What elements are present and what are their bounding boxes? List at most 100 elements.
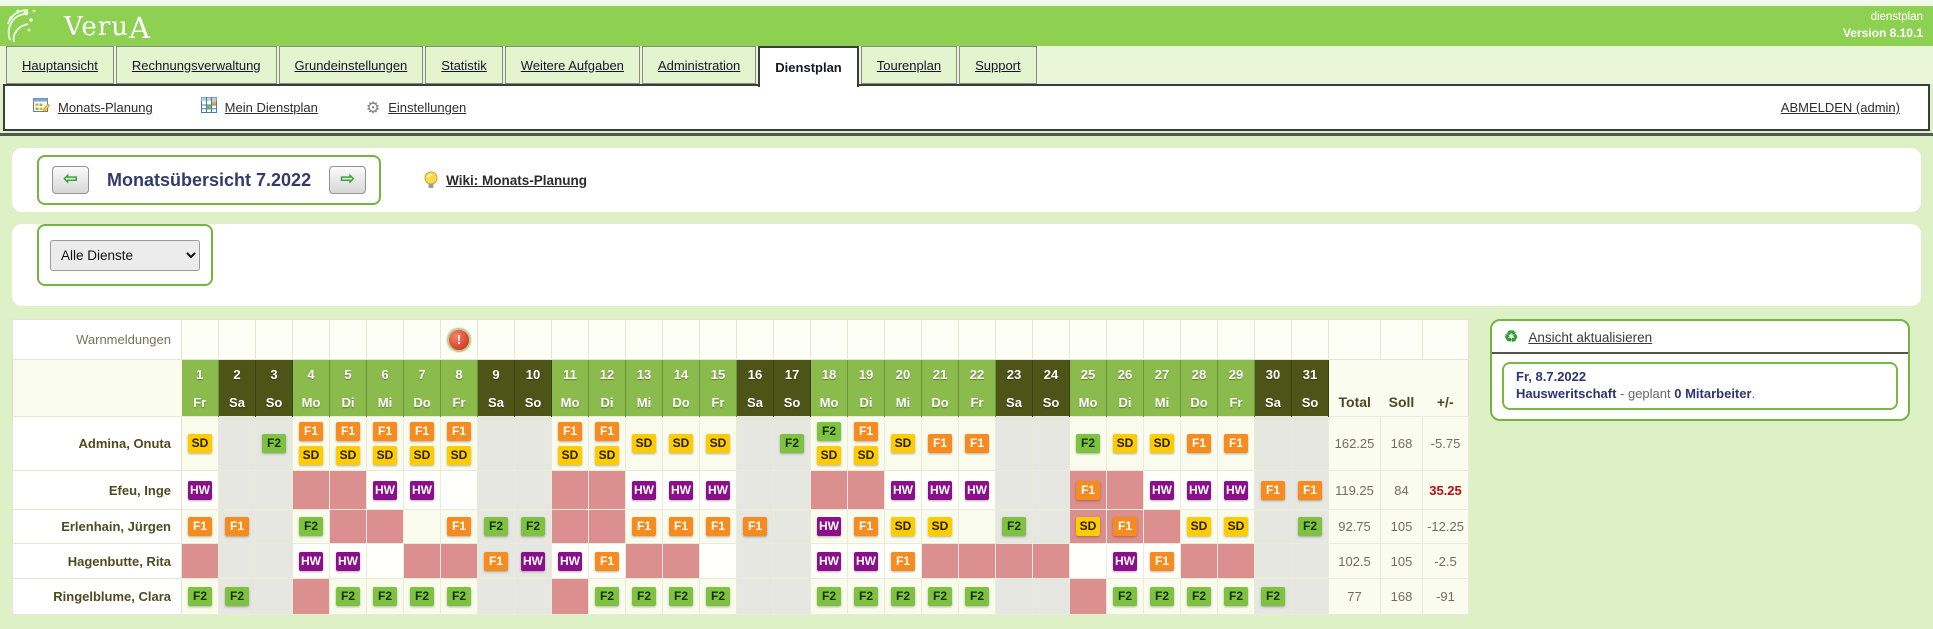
shift-cell-day-9[interactable]: [478, 471, 515, 510]
shift-cell-day-27[interactable]: SD: [1144, 417, 1181, 471]
shift-cell-day-7[interactable]: [404, 510, 441, 544]
toolbar-item-monats-planung[interactable]: Monats-Planung: [33, 97, 153, 118]
shift-cell-day-19[interactable]: [848, 471, 885, 510]
shift-cell-day-20[interactable]: F1: [885, 544, 922, 579]
shift-cell-day-28[interactable]: HW: [1181, 471, 1218, 510]
shift-cell-day-30[interactable]: [1255, 510, 1292, 544]
shift-cell-day-27[interactable]: F2: [1144, 579, 1181, 615]
shift-cell-day-7[interactable]: [404, 544, 441, 579]
shift-cell-day-14[interactable]: F2: [663, 579, 700, 615]
shift-cell-day-17[interactable]: [774, 471, 811, 510]
shift-cell-day-11[interactable]: [552, 579, 589, 615]
shift-cell-day-29[interactable]: F2: [1218, 579, 1255, 615]
shift-cell-day-9[interactable]: F1: [478, 544, 515, 579]
shift-cell-day-23[interactable]: [996, 417, 1033, 471]
shift-cell-day-4[interactable]: F2: [293, 510, 330, 544]
shift-cell-day-19[interactable]: F1SD: [848, 417, 885, 471]
shift-cell-day-1[interactable]: HW: [182, 471, 219, 510]
shift-cell-day-16[interactable]: F1: [737, 510, 774, 544]
shift-cell-day-28[interactable]: SD: [1181, 510, 1218, 544]
shift-cell-day-29[interactable]: F1: [1218, 417, 1255, 471]
shift-cell-day-30[interactable]: F1: [1255, 471, 1292, 510]
shift-cell-day-19[interactable]: HW: [848, 544, 885, 579]
shift-cell-day-5[interactable]: [330, 471, 367, 510]
shift-cell-day-5[interactable]: HW: [330, 544, 367, 579]
next-month-button[interactable]: ⇨: [329, 166, 366, 194]
shift-cell-day-13[interactable]: SD: [626, 417, 663, 471]
shift-cell-day-26[interactable]: F2: [1107, 579, 1144, 615]
shift-cell-day-10[interactable]: [515, 417, 552, 471]
shift-cell-day-31[interactable]: [1292, 417, 1329, 471]
shift-cell-day-25[interactable]: [1070, 579, 1107, 615]
tab-rechnungsverwaltung[interactable]: Rechnungsverwaltung: [116, 46, 277, 84]
shift-cell-day-30[interactable]: [1255, 417, 1292, 471]
shift-cell-day-10[interactable]: [515, 471, 552, 510]
shift-cell-day-22[interactable]: F2: [959, 579, 996, 615]
shift-cell-day-23[interactable]: [996, 471, 1033, 510]
shift-cell-day-21[interactable]: F1: [922, 417, 959, 471]
shift-cell-day-18[interactable]: HW: [811, 544, 848, 579]
shift-cell-day-4[interactable]: F1SD: [293, 417, 330, 471]
shift-cell-day-12[interactable]: [589, 471, 626, 510]
shift-cell-day-8[interactable]: [441, 471, 478, 510]
shift-cell-day-26[interactable]: [1107, 471, 1144, 510]
shift-cell-day-15[interactable]: F1: [700, 510, 737, 544]
shift-cell-day-16[interactable]: [737, 471, 774, 510]
tab-tourenplan[interactable]: Tourenplan: [861, 46, 957, 84]
shift-cell-day-18[interactable]: F2: [811, 579, 848, 615]
shift-cell-day-3[interactable]: F2: [256, 417, 293, 471]
previous-month-button[interactable]: ⇦: [52, 166, 89, 194]
shift-cell-day-15[interactable]: SD: [700, 417, 737, 471]
shift-cell-day-20[interactable]: SD: [885, 510, 922, 544]
logout-link[interactable]: ABMELDEN (admin): [1781, 100, 1900, 115]
shift-cell-day-19[interactable]: F2: [848, 579, 885, 615]
shift-cell-day-6[interactable]: F2: [367, 579, 404, 615]
shift-cell-day-16[interactable]: [737, 544, 774, 579]
shift-cell-day-18[interactable]: [811, 471, 848, 510]
shift-cell-day-31[interactable]: F1: [1292, 471, 1329, 510]
shift-cell-day-7[interactable]: HW: [404, 471, 441, 510]
shift-cell-day-19[interactable]: F1: [848, 510, 885, 544]
shift-cell-day-10[interactable]: [515, 579, 552, 615]
shift-cell-day-9[interactable]: [478, 417, 515, 471]
shift-cell-day-29[interactable]: [1218, 544, 1255, 579]
shift-cell-day-20[interactable]: SD: [885, 417, 922, 471]
shift-cell-day-3[interactable]: [256, 579, 293, 615]
shift-cell-day-14[interactable]: HW: [663, 471, 700, 510]
shift-cell-day-6[interactable]: HW: [367, 471, 404, 510]
warning-icon[interactable]: !: [447, 328, 471, 352]
shift-cell-day-31[interactable]: F2: [1292, 510, 1329, 544]
shift-cell-day-29[interactable]: HW: [1218, 471, 1255, 510]
shift-cell-day-3[interactable]: [256, 544, 293, 579]
shift-cell-day-14[interactable]: F1: [663, 510, 700, 544]
shift-cell-day-28[interactable]: [1181, 544, 1218, 579]
shift-cell-day-17[interactable]: [774, 544, 811, 579]
shift-cell-day-26[interactable]: HW: [1107, 544, 1144, 579]
shift-cell-day-18[interactable]: F2SD: [811, 417, 848, 471]
shift-cell-day-23[interactable]: [996, 544, 1033, 579]
shift-cell-day-21[interactable]: SD: [922, 510, 959, 544]
shift-cell-day-23[interactable]: [996, 579, 1033, 615]
shift-cell-day-24[interactable]: [1033, 471, 1070, 510]
shift-cell-day-4[interactable]: HW: [293, 544, 330, 579]
shift-cell-day-1[interactable]: [182, 544, 219, 579]
shift-cell-day-14[interactable]: SD: [663, 417, 700, 471]
shift-cell-day-25[interactable]: F1: [1070, 471, 1107, 510]
shift-cell-day-31[interactable]: [1292, 579, 1329, 615]
shift-cell-day-25[interactable]: SD: [1070, 510, 1107, 544]
shift-cell-day-1[interactable]: F1: [182, 510, 219, 544]
shift-cell-day-6[interactable]: [367, 510, 404, 544]
shift-cell-day-22[interactable]: [959, 510, 996, 544]
shift-cell-day-7[interactable]: F1SD: [404, 417, 441, 471]
shift-cell-day-8[interactable]: F1: [441, 510, 478, 544]
shift-cell-day-2[interactable]: [219, 417, 256, 471]
shift-cell-day-4[interactable]: [293, 471, 330, 510]
shift-cell-day-24[interactable]: [1033, 417, 1070, 471]
tab-weitere-aufgaben[interactable]: Weitere Aufgaben: [505, 46, 640, 84]
tab-support[interactable]: Support: [959, 46, 1037, 84]
shift-cell-day-2[interactable]: [219, 544, 256, 579]
shift-cell-day-26[interactable]: F1: [1107, 510, 1144, 544]
toolbar-item-mein-dienstplan[interactable]: Mein Dienstplan: [201, 97, 318, 118]
shift-cell-day-28[interactable]: F2: [1181, 579, 1218, 615]
shift-cell-day-21[interactable]: [922, 544, 959, 579]
